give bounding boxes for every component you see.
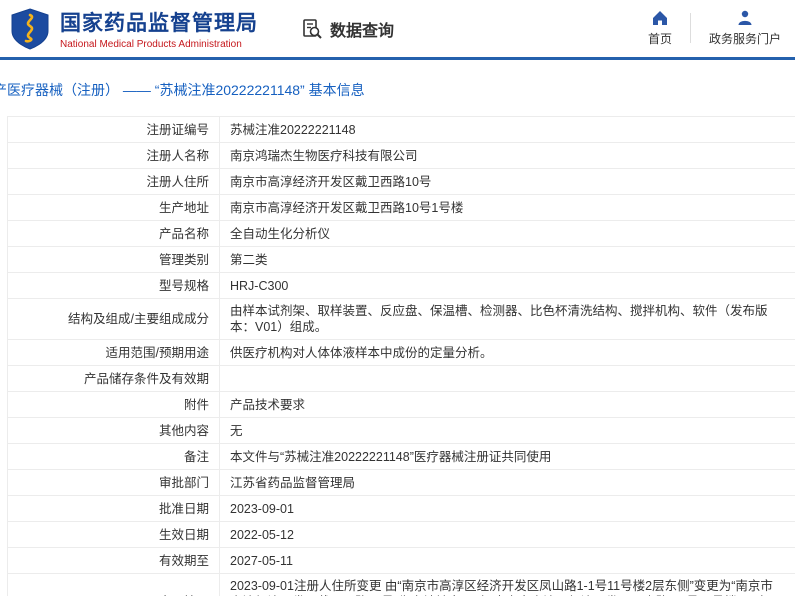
page: 国家药品监督管理局 National Medical Products Admi… (0, 0, 795, 596)
home-label: 首页 (647, 32, 672, 46)
site-logo-link[interactable]: 国家药品监督管理局 National Medical Products Admi… (8, 7, 258, 51)
row-label: 有效期至 (158, 553, 209, 568)
row-value: 本文件与“苏械注准20222221148”医疗器械注册证共同使用 (219, 444, 795, 469)
row-label: 产品储存条件及有效期 (83, 371, 209, 386)
row-value: 2022-05-12 (219, 522, 795, 547)
table-row: 变更情况2023-09-01注册人住所变更 由“南京市高淳区经济开发区凤山路1-… (8, 574, 795, 596)
registration-info-table: 注册证编号 苏械注准20222221148 注册人名称 南京鸿瑞杰生物医疗科技有限公… (7, 116, 795, 596)
table-row: 型号规格 HRJ-C300 (8, 273, 795, 299)
title-block: 国家药品监督管理局 National Medical Products Admi… (60, 7, 258, 50)
table-row: 附件 产品技术要求 (8, 392, 795, 418)
row-label: 变更情况 (8, 590, 219, 596)
table-row: 审批部门 江苏省药品监督管理局 (8, 470, 795, 496)
table-row: 生效日期 2022-05-12 (8, 522, 795, 548)
row-value: HRJ-C300 (219, 273, 795, 298)
table-row: 生产地址 南京市高淳经济开发区戴卫西路10号1号楼 (8, 195, 795, 221)
row-value: 江苏省药品监督管理局 (219, 470, 795, 495)
table-row: 注册证编号 苏械注准20222221148 (8, 117, 795, 143)
table-row: 注册人住所 南京市高淳经济开发区戴卫西路10号 (8, 169, 795, 195)
row-value: 南京市高淳经济开发区戴卫西路10号1号楼 (219, 195, 795, 220)
row-label: 结构及组成/主要组成成分 (68, 312, 209, 326)
data-query-button[interactable]: 数据查询 (300, 17, 394, 41)
portal-label: 政务服务门户 (708, 32, 781, 46)
row-value: 由样本试剂架、取样装置、反应盘、保温槽、检测器、比色杯清洗结构、搅拌机构、软件（… (219, 299, 795, 339)
table-row: 结构及组成/主要组成成分 由样本试剂架、取样装置、反应盘、保温槽、检测器、比色杯清… (8, 299, 795, 340)
row-value: 全自动生化分析仪 (219, 221, 795, 246)
table-row: 管理类别 第二类 (8, 247, 795, 273)
row-value: 2023-09-01 (219, 496, 795, 521)
row-value: 供医疗机构对人体体液样本中成份的定量分析。 (219, 340, 795, 365)
row-label: 备注 (183, 449, 209, 464)
row-label: 批准日期 (158, 501, 209, 516)
site-subtitle: National Medical Products Administration (60, 39, 242, 50)
row-value: 产品技术要求 (219, 392, 795, 417)
data-query-label: 数据查询 (330, 22, 395, 40)
breadcrumb-wrap: 国产医疗器械（注册） —— “苏械注准20222221148” 基本信息 (0, 60, 795, 108)
site-title: 国家药品监督管理局 (60, 12, 258, 35)
row-value (219, 366, 795, 391)
row-label: 生产地址 (158, 200, 209, 215)
portal-link[interactable]: 政务服务门户 (709, 9, 781, 47)
row-value: 无 (219, 418, 795, 443)
document-magnifier-icon (300, 17, 330, 41)
header-links: 首页 政务服务门户 (648, 9, 781, 47)
table-row: 有效期至 2027-05-11 (8, 548, 795, 574)
nmpa-shield-icon (8, 7, 52, 51)
table-row: 适用范围/预期用途 供医疗机构对人体体液样本中成份的定量分析。 (8, 340, 795, 366)
row-value: 南京鸿瑞杰生物医疗科技有限公司 (219, 143, 795, 168)
person-icon (736, 9, 754, 27)
row-value: 2027-05-11 (219, 548, 795, 573)
row-value: 苏械注准20222221148 (219, 117, 795, 142)
row-label: 审批部门 (158, 475, 209, 490)
row-label: 生效日期 (158, 527, 209, 542)
table-row: 产品名称 全自动生化分析仪 (8, 221, 795, 247)
row-value: 南京市高淳经济开发区戴卫西路10号 (219, 169, 795, 194)
table-row: 产品储存条件及有效期 (8, 366, 795, 392)
row-label: 注册人住所 (146, 174, 209, 189)
table-row: 备注 本文件与“苏械注准20222221148”医疗器械注册证共同使用 (8, 444, 795, 470)
table-row: 其他内容无 (8, 418, 795, 444)
row-label: 产品名称 (158, 226, 209, 241)
row-value: 2023-09-01注册人住所变更 由“南京市高淳区经济开发区凤山路1-1号11… (219, 574, 795, 596)
row-label: 注册人名称 (146, 148, 209, 163)
row-value: 第二类 (219, 247, 795, 272)
site-header: 国家药品监督管理局 National Medical Products Admi… (0, 0, 795, 57)
row-label: 适用范围/预期用途 (105, 345, 209, 360)
table-row: 批准日期 2023-09-01 (8, 496, 795, 522)
table-row: 注册人名称 南京鸿瑞杰生物医疗科技有限公司 (8, 143, 795, 169)
row-label: 附件 (183, 397, 209, 412)
row-label: 注册证编号 (146, 122, 209, 137)
header-links-divider (689, 13, 691, 43)
row-label: 其他内容 (158, 423, 209, 438)
breadcrumb: 国产医疗器械（注册） —— “苏械注准20222221148” 基本信息 (0, 82, 365, 98)
row-label: 管理类别 (158, 252, 209, 267)
row-label: 型号规格 (158, 278, 209, 293)
home-link[interactable]: 首页 (648, 9, 672, 47)
home-icon (651, 9, 669, 27)
